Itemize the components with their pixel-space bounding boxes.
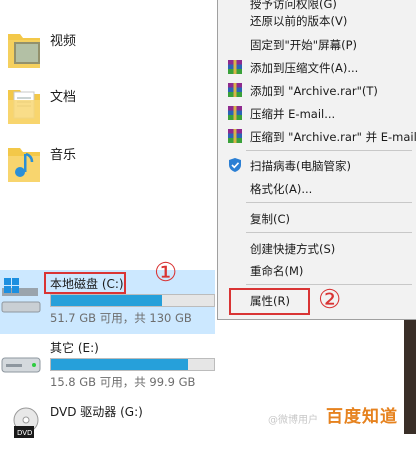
menu-item-scan-virus[interactable]: 扫描病毒(电脑管家) <box>218 154 416 176</box>
menu-separator <box>246 150 412 151</box>
menu-separator <box>246 202 412 203</box>
capacity-fill <box>51 295 162 306</box>
annotation-circle-one: ① <box>154 258 178 288</box>
menu-item-pin-start[interactable]: 固定到"开始"屏幕(P) <box>218 33 416 55</box>
winrar-icon <box>228 60 242 74</box>
context-menu: 授予访问权限(G) 还原以前的版本(V) 固定到"开始"屏幕(P) 添加到压缩文… <box>217 0 416 320</box>
folder-documents[interactable]: 文档 <box>0 82 215 132</box>
annotation-box-drive <box>44 272 126 294</box>
document-folder-icon <box>8 90 40 124</box>
drive-e[interactable]: 其它 (E:) 15.8 GB 可用，共 99.9 GB <box>0 334 215 398</box>
drive-space: 51.7 GB 可用，共 130 GB <box>50 311 192 325</box>
shield-icon <box>229 158 241 172</box>
dvd-drive-icon: DVD <box>13 407 39 438</box>
background-strip <box>404 320 416 434</box>
capacity-bar <box>50 358 215 371</box>
menu-item-copy[interactable]: 复制(C) <box>218 207 416 229</box>
drive-name: DVD 驱动器 (G:) <box>50 405 143 419</box>
drive-name: 其它 (E:) <box>50 341 99 355</box>
winrar-icon <box>228 83 242 97</box>
svg-text:DVD: DVD <box>17 429 32 437</box>
winrar-icon <box>228 129 242 143</box>
menu-item-format[interactable]: 格式化(A)... <box>218 177 416 199</box>
watermark-logo: 百度知道 <box>326 407 398 427</box>
annotation-box-properties <box>229 288 310 315</box>
windows-drive-icon <box>1 278 41 313</box>
hard-drive-icon <box>1 357 41 373</box>
music-folder-icon <box>8 148 40 182</box>
folder-label: 文档 <box>50 90 77 105</box>
video-folder-icon <box>8 34 40 68</box>
folder-label: 视频 <box>50 34 77 49</box>
drive-g[interactable]: DVD DVD 驱动器 (G:) <box>0 398 215 462</box>
menu-item-add-archive[interactable]: 添加到压缩文件(A)... <box>218 56 416 78</box>
menu-item-compress-rar-email[interactable]: 压缩到 "Archive.rar" 并 E-mail <box>218 125 416 147</box>
folder-music[interactable]: 音乐 <box>0 140 215 190</box>
drive-space: 15.8 GB 可用，共 99.9 GB <box>50 375 196 389</box>
menu-item-restore-versions[interactable]: 还原以前的版本(V) <box>218 9 416 31</box>
menu-separator <box>246 232 412 233</box>
folder-label: 音乐 <box>50 148 77 163</box>
menu-item-rename[interactable]: 重命名(M) <box>218 259 416 281</box>
watermark-user: @微博用户 <box>268 415 318 426</box>
menu-item-compress-email[interactable]: 压缩并 E-mail... <box>218 102 416 124</box>
capacity-fill <box>51 359 188 370</box>
capacity-bar <box>50 294 215 307</box>
annotation-circle-two: ② <box>318 285 342 315</box>
menu-item-create-shortcut[interactable]: 创建快捷方式(S) <box>218 237 416 259</box>
menu-item-add-to-archive-rar[interactable]: 添加到 "Archive.rar"(T) <box>218 79 416 101</box>
folder-videos[interactable]: 视频 <box>0 26 215 76</box>
winrar-icon <box>228 106 242 120</box>
